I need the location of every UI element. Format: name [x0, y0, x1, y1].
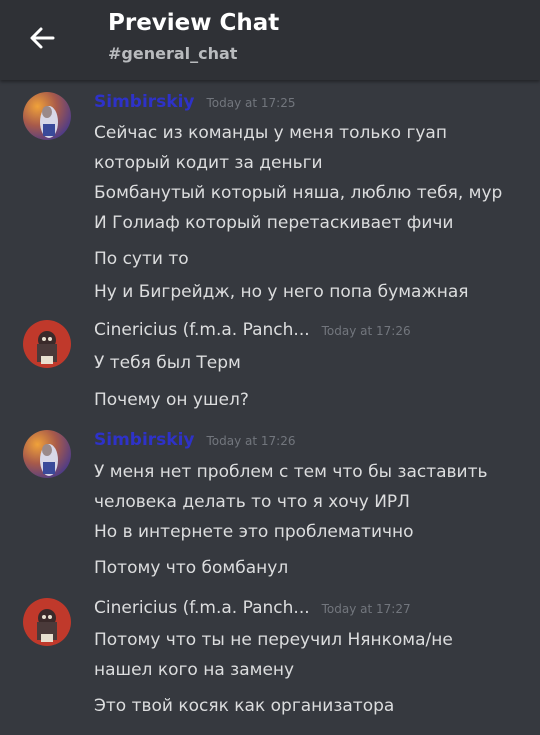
avatar[interactable]: [23, 320, 71, 368]
message-text: который кодит за деньги: [94, 153, 323, 173]
channel-name: #general_chat: [108, 44, 238, 63]
message-text: По сути то: [94, 249, 189, 269]
author-name[interactable]: Cinericius (f.m.a. Panch...: [94, 320, 310, 340]
message-list: Simbirskiy Today at 17:25 Сейчас из кома…: [0, 80, 540, 735]
message-text: нашел кого на замену: [94, 660, 295, 680]
page-title: Preview Chat: [108, 10, 280, 36]
message-timestamp: Today at 17:26: [206, 434, 296, 448]
message-timestamp: Today at 17:27: [321, 602, 411, 616]
message-text: У тебя был Терм: [94, 353, 241, 373]
message-text: У меня нет проблем с тем что бы заставит…: [94, 462, 488, 482]
back-button[interactable]: [22, 18, 62, 58]
message-text: Но в интернете это проблематично: [94, 522, 414, 542]
message-header: Cinericius (f.m.a. Panch... Today at 17:…: [94, 598, 411, 622]
message-timestamp: Today at 17:26: [321, 324, 411, 338]
avatar[interactable]: [23, 92, 71, 140]
chat-header: Preview Chat #general_chat: [0, 0, 540, 80]
avatar-simbirskiy-icon: [23, 430, 71, 478]
message-text: И Голиаф который перетаскивает фичи: [94, 213, 454, 233]
message-text: Сейчас из команды у меня только гуап: [94, 123, 447, 143]
arrow-left-icon: [30, 27, 55, 49]
message-text: Ну и Бигрейдж, но у него попа бумажная: [94, 282, 469, 302]
message-header: Simbirskiy Today at 17:26: [94, 430, 295, 454]
message-timestamp: Today at 17:25: [206, 96, 296, 110]
message-header: Simbirskiy Today at 17:25: [94, 92, 295, 116]
message-text: Почему он ушел?: [94, 390, 249, 410]
message-text: Это твой косяк как организатора: [94, 696, 395, 716]
avatar-cinericius-icon: [23, 598, 71, 646]
message-text: Бомбанутый который няша, люблю тебя, мур: [94, 183, 503, 203]
author-name[interactable]: Simbirskiy: [94, 430, 195, 450]
message-text: Потому что бомбанул: [94, 558, 289, 578]
avatar[interactable]: [23, 430, 71, 478]
avatar[interactable]: [23, 598, 71, 646]
author-name[interactable]: Cinericius (f.m.a. Panch...: [94, 598, 310, 618]
avatar-simbirskiy-icon: [23, 92, 71, 140]
message-header: Cinericius (f.m.a. Panch... Today at 17:…: [94, 320, 411, 344]
message-text: Потому что ты не переучил Нянкома/не: [94, 630, 453, 650]
message-text: человека делать то что я хочу ИРЛ: [94, 492, 410, 512]
avatar-cinericius-icon: [23, 320, 71, 368]
author-name[interactable]: Simbirskiy: [94, 92, 195, 112]
